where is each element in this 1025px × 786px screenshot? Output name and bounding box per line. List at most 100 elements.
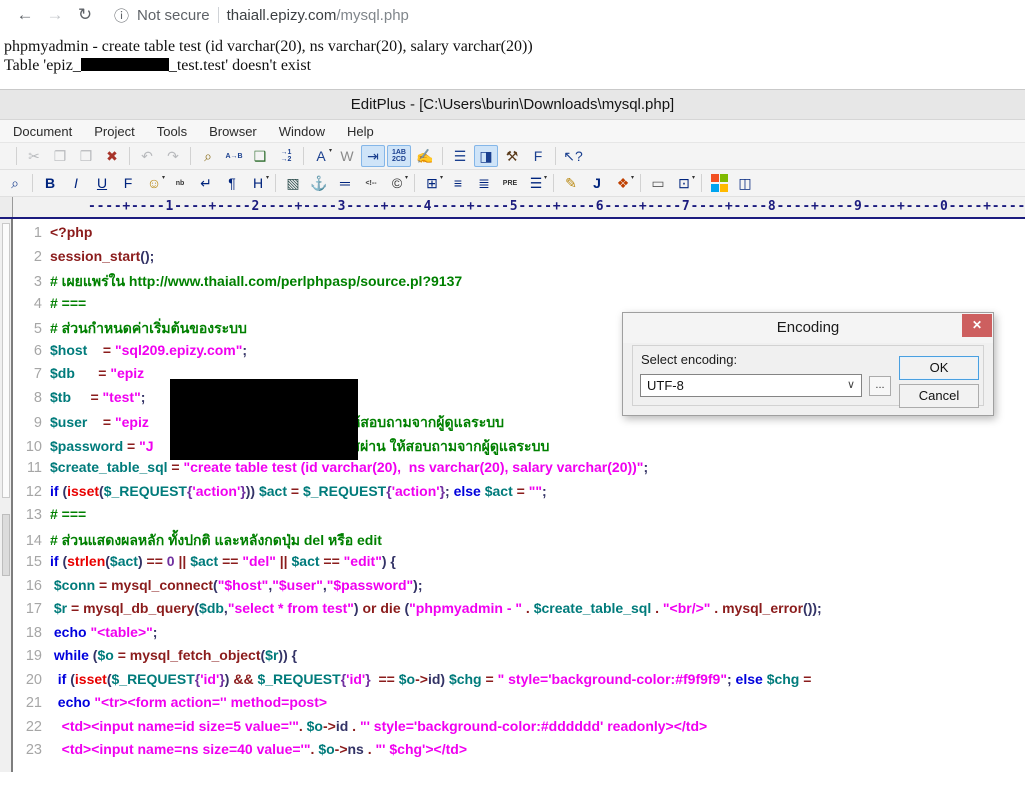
menu-tools[interactable]: Tools (146, 124, 198, 139)
code-line-3: 3 # เผยแพร่ใน http://www.thaiall.com/perl… (15, 271, 1025, 295)
code-area[interactable]: 1 <?php 2 session_start(); 3 # เผยแพร่ใน http… (15, 219, 1025, 772)
reload-icon[interactable]: ↻ (70, 5, 100, 25)
line-number: 19 (25, 648, 42, 664)
user-tools-icon[interactable]: ⚒ (500, 145, 524, 167)
menu-help[interactable]: Help (336, 124, 385, 139)
encoding-dialog: Encoding ✕ Select encoding: UTF-8 ∨ ... … (622, 312, 994, 416)
ruler-scale: ----+----1----+----2----+----3----+----4… (88, 199, 1025, 214)
line-number: 20 (25, 671, 42, 688)
bold-icon[interactable]: B (38, 172, 62, 194)
line-number: 17 (25, 601, 42, 617)
page-output-line-1: phpmyadmin - create table test (id varch… (4, 38, 533, 55)
heading-icon[interactable]: H ▾ (246, 172, 270, 194)
find-icon[interactable]: ⌕ (196, 145, 220, 167)
horizontal-rule-icon[interactable]: ═ (333, 172, 357, 194)
redo-icon[interactable]: ↷ (161, 145, 185, 167)
cancel-button[interactable]: Cancel (899, 384, 979, 408)
code-line-22: 22 <td><input name=id size=5 value='". $… (15, 718, 1025, 742)
paragraph-icon[interactable]: ¶ (220, 172, 244, 194)
split-window-icon[interactable]: ◫ (733, 172, 757, 194)
cut-icon[interactable]: ✂ (22, 145, 46, 167)
code-line-20: 20 if (isset($_REQUEST{'id'}) && $_REQUE… (15, 671, 1025, 695)
code-line-23: 23 <td><input name=ns size=40 value='". … (15, 741, 1025, 765)
line-numbers-icon[interactable]: 1AB 2CD (387, 145, 411, 167)
menu-project[interactable]: Project (83, 124, 145, 139)
cliptext-template-icon[interactable]: ✍ (413, 145, 437, 167)
page-content: phpmyadmin - create table test (id varch… (0, 30, 1025, 75)
line-number: 2 (33, 248, 42, 265)
line-number: 21 (25, 695, 42, 711)
line-break-icon[interactable]: ↵ (194, 172, 218, 194)
word-wrap-icon[interactable]: W (335, 145, 359, 167)
anchor-icon[interactable]: ⚓ (307, 172, 331, 194)
scrollbar-thumb[interactable] (2, 514, 10, 576)
cliptext-window-icon[interactable]: ◨ (474, 145, 498, 167)
browse-button[interactable]: ... (869, 376, 891, 396)
toolbar-separator (701, 174, 702, 192)
redaction-box (80, 58, 169, 71)
address-bar[interactable]: ⓘ Not secure thaiall.epizy.com/mysql.php (114, 5, 409, 26)
toolbar-separator (640, 174, 641, 192)
functions-icon[interactable]: F (526, 145, 550, 167)
undo-icon[interactable]: ↶ (135, 145, 159, 167)
find-in-files-icon[interactable]: ❑ (248, 145, 272, 167)
windows-logo-icon[interactable] (707, 172, 731, 194)
encoding-select[interactable]: UTF-8 ∨ (640, 374, 862, 397)
forward-icon[interactable]: → (40, 5, 70, 25)
object-icon[interactable]: ❖ ▾ (611, 172, 635, 194)
code-line-14: 14 # ส่วนแสดงผลหลัก ทั้งปกติ และหลังกดปุ่… (15, 530, 1025, 554)
delete-icon[interactable]: ✖ (100, 145, 124, 167)
align-center-icon[interactable]: ≡ (446, 172, 470, 194)
replace-icon[interactable]: A→B (222, 145, 246, 167)
line-number: 1 (33, 225, 42, 241)
align-right-icon[interactable]: ≣ (472, 172, 496, 194)
toolbar-separator (414, 174, 415, 192)
editplus-title-bar: EditPlus - [C:\Users\burin\Downloads\mys… (0, 89, 1025, 120)
italic-icon[interactable]: I (64, 172, 88, 194)
window-list-icon[interactable]: ⊡ ▾ (672, 172, 696, 194)
browser-preview-icon[interactable]: ⌕ (3, 172, 27, 194)
emoticon-icon[interactable]: ☺ ▾ (142, 172, 166, 194)
goto-line-icon[interactable]: →1 →2 (274, 145, 298, 167)
code-line-10: 10 $password = "J สผ่าน ให้สอบถามจากผู้ดูแ… (15, 436, 1025, 460)
address-divider (217, 7, 219, 23)
font-tag-icon[interactable]: F (116, 172, 140, 194)
table-icon[interactable]: ⊞ ▾ (420, 172, 444, 194)
java-applet-icon[interactable]: J (585, 172, 609, 194)
code-line-1: 1 <?php (15, 224, 1025, 248)
ruler-corner (0, 197, 13, 217)
menu-window[interactable]: Window (268, 124, 336, 139)
font-icon[interactable]: A ▾ (309, 145, 333, 167)
ok-button[interactable]: OK (899, 356, 979, 380)
close-icon[interactable]: ✕ (962, 314, 992, 337)
pre-icon[interactable]: PRE (498, 172, 522, 194)
comment-icon[interactable]: <!-- (359, 172, 383, 194)
line-number: 12 (25, 483, 42, 500)
code-line-15: 15 if (strlen($act) == 0 || $act == "del"… (15, 553, 1025, 577)
document-list-icon[interactable]: ☰ (448, 145, 472, 167)
select-encoding-label: Select encoding: (641, 352, 738, 367)
not-secure-label: Not secure (137, 6, 210, 24)
context-help-icon[interactable]: ↖? (561, 145, 585, 167)
info-icon[interactable]: ⓘ (114, 5, 129, 26)
toolbar-separator (442, 147, 443, 165)
toolbar-separator (32, 174, 33, 192)
menu-browser[interactable]: Browser (198, 124, 268, 139)
editor-area[interactable]: 1 <?php 2 session_start(); 3 # เผยแพร่ใน http… (0, 219, 1025, 772)
list-icon[interactable]: ☰ ▾ (524, 172, 548, 194)
auto-indent-icon[interactable]: ⇥ (361, 145, 385, 167)
menu-document[interactable]: Document (2, 124, 83, 139)
line-number: 15 (25, 554, 42, 570)
browse-folder-icon[interactable]: ▭ (646, 172, 670, 194)
menu-bar: Document Project Tools Browser Window Help (0, 120, 1025, 143)
nbsp-icon[interactable]: nb (168, 172, 192, 194)
paste-icon[interactable]: ❒ (74, 145, 98, 167)
image-icon[interactable]: ▧ (281, 172, 305, 194)
back-icon[interactable]: ← (10, 5, 40, 25)
underline-icon[interactable]: U (90, 172, 114, 194)
special-char-icon[interactable]: © ▾ (385, 172, 409, 194)
code-line-13: 13 # === (15, 506, 1025, 530)
new-file-icon[interactable]: ❏ (3, 145, 11, 167)
script-icon[interactable]: ✎ (559, 172, 583, 194)
copy-icon[interactable]: ❐ (48, 145, 72, 167)
